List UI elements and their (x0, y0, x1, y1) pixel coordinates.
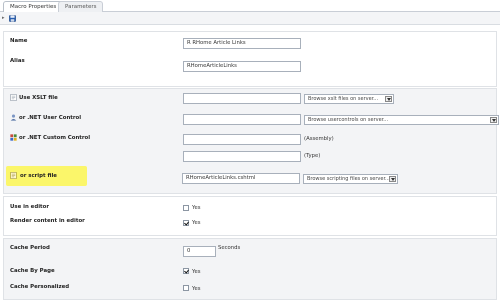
render-in-editor-yes: Yes (192, 220, 201, 226)
properties-panel: Name R RHome Article Links Alias RHomeAr… (3, 31, 497, 87)
cache-period-unit: Seconds (218, 245, 241, 251)
chevron-down-icon (490, 117, 497, 123)
xslt-label: Use XSLT file (19, 95, 58, 101)
name-label: Name (10, 38, 28, 44)
cache-personalized-checkbox[interactable] (183, 285, 189, 291)
type-note: (Type) (304, 153, 321, 159)
chevron-down-icon (385, 96, 392, 102)
script-label: or script file (20, 173, 57, 179)
custom-control-icon (10, 134, 17, 141)
cache-by-page-yes: Yes (192, 269, 201, 275)
alias-label: Alias (10, 58, 25, 64)
assembly-note: (Assembly) (304, 136, 334, 142)
cache-period-label: Cache Period (10, 245, 50, 251)
toolbar: ▸ (0, 12, 500, 25)
usercontrol-select[interactable]: Browse usercontrols on server... (304, 115, 499, 125)
type-input[interactable] (183, 151, 301, 162)
script-select-value: Browse scripting files on server... (307, 176, 390, 182)
cache-personalized-yes: Yes (192, 286, 201, 292)
tab-bar: Macro Properties Parameters (0, 0, 500, 13)
name-input[interactable]: R RHome Article Links (183, 38, 301, 49)
alias-input[interactable]: RHomeArticleLinks (183, 61, 301, 72)
render-in-editor-label: Render content in editor (10, 218, 85, 224)
xslt-select[interactable]: Browse xslt files on server... (304, 94, 394, 104)
use-in-editor-checkbox[interactable] (183, 205, 189, 211)
user-control-icon (10, 114, 17, 121)
assembly-input[interactable] (183, 134, 301, 145)
cache-personalized-label: Cache Personalized (10, 284, 70, 290)
tab-parameters[interactable]: Parameters (58, 1, 104, 12)
script-select[interactable]: Browse scripting files on server... (303, 174, 398, 184)
script-input[interactable]: RHomeArticleLinks.cshtml (182, 173, 300, 184)
chevron-down-icon (389, 176, 396, 182)
cache-period-input[interactable]: 0 (183, 246, 216, 257)
render-in-editor-checkbox[interactable] (183, 220, 189, 226)
toolbar-arrow-icon[interactable]: ▸ (2, 15, 5, 21)
usercontrol-input[interactable] (183, 114, 301, 125)
xslt-input[interactable] (183, 93, 301, 104)
xslt-select-value: Browse xslt files on server... (308, 96, 379, 102)
cache-panel: Cache Period 0 Seconds Cache By Page Yes… (3, 238, 497, 300)
use-in-editor-yes: Yes (192, 205, 201, 211)
use-in-editor-label: Use in editor (10, 204, 49, 210)
customcontrol-label: or .NET Custom Control (19, 135, 91, 141)
usercontrol-label: or .NET User Control (19, 115, 82, 121)
editor-panel: Use in editor Yes Render content in edit… (3, 196, 497, 236)
xslt-file-icon (10, 94, 17, 101)
cache-by-page-label: Cache By Page (10, 268, 55, 274)
save-icon[interactable] (9, 15, 16, 22)
usercontrol-select-value: Browse usercontrols on server... (308, 117, 389, 123)
script-file-icon (10, 172, 17, 179)
cache-by-page-checkbox[interactable] (183, 268, 189, 274)
